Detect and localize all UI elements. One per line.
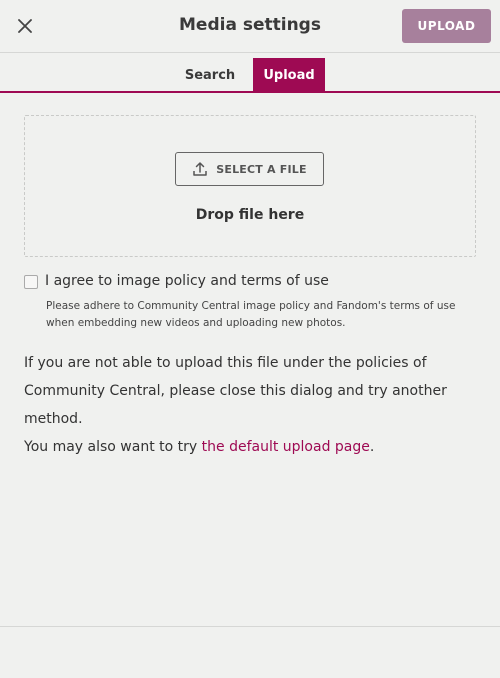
agree-checkbox[interactable] [24,275,38,289]
alternative-upload-prefix: You may also want to try [24,439,202,455]
select-file-label: SELECT A FILE [216,162,307,176]
upload-icon [193,162,208,176]
default-upload-page-link[interactable]: the default upload page [202,439,370,455]
dialog-header: Media settings UPLOAD [0,0,500,53]
tab-upload[interactable]: Upload [253,58,325,93]
upload-button[interactable]: UPLOAD [402,9,491,43]
select-file-button[interactable]: SELECT A FILE [175,152,324,186]
agree-label[interactable]: I agree to image policy and terms of use [45,273,329,289]
alternative-upload-text: You may also want to try the default upl… [24,433,484,461]
policy-text: If you are not able to upload this file … [24,355,447,427]
dialog-footer [0,626,500,678]
policy-message: If you are not able to upload this file … [24,349,484,461]
alternative-upload-suffix: . [369,439,375,455]
tab-search[interactable]: Search [176,58,244,93]
agreement-note: Please adhere to Community Central image… [46,300,456,329]
drop-file-text: Drop file here [195,207,305,223]
tab-bar: Search Upload [0,53,500,93]
file-dropzone[interactable]: SELECT A FILE Drop file here [24,115,476,257]
